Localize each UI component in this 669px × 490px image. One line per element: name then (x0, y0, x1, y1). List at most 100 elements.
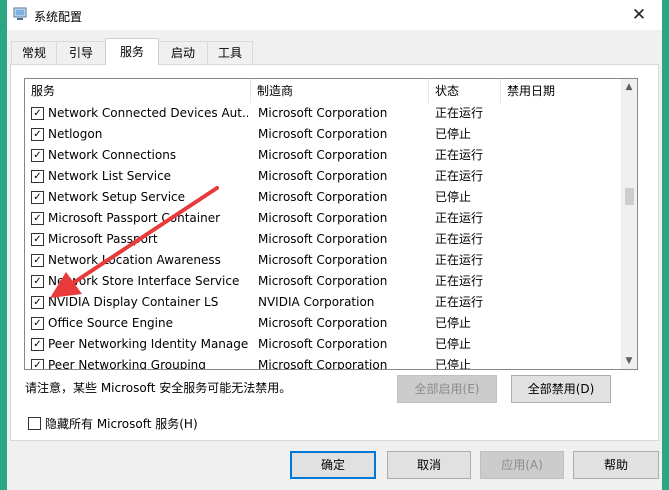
service-disable-date (507, 187, 617, 208)
service-name: Network List Service (48, 169, 172, 183)
tab-tools[interactable]: 工具 (207, 41, 253, 64)
service-vendor: Microsoft Corporation (258, 106, 388, 120)
services-panel: 服务 制造商 状态 禁用日期 ✓ Network Connected Device… (10, 64, 659, 441)
service-name: Network Store Interface Service (48, 274, 240, 288)
service-checkbox[interactable]: ✓ (31, 359, 44, 369)
close-icon[interactable]: ✕ (616, 0, 662, 30)
service-name: Microsoft Passport Container (48, 211, 221, 225)
tab-general[interactable]: 常规 (11, 41, 57, 64)
column-header-disable-date[interactable]: 禁用日期 (501, 79, 621, 103)
service-disable-date (507, 208, 617, 229)
service-status: 已停止 (435, 127, 472, 141)
tab-boot[interactable]: 引导 (56, 41, 106, 64)
table-row[interactable]: ✓ Network Connections Microsoft Corporatio… (25, 145, 621, 166)
tab-startup[interactable]: 启动 (158, 41, 208, 64)
table-row[interactable]: ✓ Microsoft Passport Container Microsoft C… (25, 208, 621, 229)
service-checkbox[interactable]: ✓ (31, 317, 44, 330)
enable-all-button[interactable]: 全部启用(E) (397, 375, 497, 403)
table-row[interactable]: ✓ Network List Service Microsoft Corporati… (25, 166, 621, 187)
service-disable-date (507, 292, 617, 313)
table-row[interactable]: ✓ Peer Networking Identity Manager Microso… (25, 334, 621, 355)
table-row[interactable]: ✓ Peer Networking Grouping Microsoft Corpo… (25, 355, 621, 370)
security-note: 请注意，某些 Microsoft 安全服务可能无法禁用。 (25, 381, 292, 395)
service-checkbox[interactable]: ✓ (31, 149, 44, 162)
service-name: Netlogon (48, 127, 103, 141)
service-checkbox[interactable]: ✓ (31, 254, 44, 267)
service-status: 正在运行 (435, 211, 484, 225)
table-row[interactable]: ✓ Network Store Interface Service Microsof… (25, 271, 621, 292)
service-checkbox[interactable]: ✓ (31, 338, 44, 351)
service-status: 正在运行 (435, 253, 484, 267)
table-row[interactable]: ✓ Netlogon Microsoft Corporation 已停止 (25, 124, 621, 145)
cancel-button[interactable]: 取消 (387, 451, 471, 479)
title-bar[interactable]: 系统配置 ✕ (7, 0, 662, 30)
service-vendor: Microsoft Corporation (258, 232, 388, 246)
service-vendor: Microsoft Corporation (258, 127, 388, 141)
msconfig-app-icon (13, 7, 27, 21)
service-name: NVIDIA Display Container LS (48, 295, 219, 309)
vertical-scrollbar[interactable]: ▲ ▼ (621, 79, 637, 369)
tab-services[interactable]: 服务 (105, 38, 159, 65)
service-status: 已停止 (435, 337, 472, 351)
table-row[interactable]: ✓ Network Setup Service Microsoft Corporat… (25, 187, 621, 208)
system-config-dialog: 系统配置 ✕ 常规 引导 服务 启动 工具 服务 制造商 状态 禁用日期 ✓ Ne… (7, 0, 662, 490)
table-row[interactable]: ✓ Office Source Engine Microsoft Corporati… (25, 313, 621, 334)
service-checkbox[interactable]: ✓ (31, 191, 44, 204)
service-status: 正在运行 (435, 148, 484, 162)
table-row[interactable]: ✓ Microsoft Passport Microsoft Corporation… (25, 229, 621, 250)
service-vendor: Microsoft Corporation (258, 148, 388, 162)
service-vendor: Microsoft Corporation (258, 358, 388, 370)
disable-all-button[interactable]: 全部禁用(D) (511, 375, 611, 403)
service-disable-date (507, 250, 617, 271)
right-frame-edge (662, 0, 669, 490)
service-name: Office Source Engine (48, 316, 173, 330)
services-list[interactable]: 服务 制造商 状态 禁用日期 ✓ Network Connected Device… (24, 78, 638, 370)
help-button[interactable]: 帮助 (573, 451, 659, 479)
service-name: Network Connections (48, 148, 177, 162)
service-checkbox[interactable]: ✓ (31, 275, 44, 288)
service-name: Network Connected Devices Aut... (48, 106, 248, 120)
service-vendor: NVIDIA Corporation (258, 295, 375, 309)
service-vendor: Microsoft Corporation (258, 337, 388, 351)
service-vendor: Microsoft Corporation (258, 169, 388, 183)
apply-button[interactable]: 应用(A) (480, 451, 564, 479)
service-name: Network Setup Service (48, 190, 186, 204)
service-disable-date (507, 166, 617, 187)
service-checkbox[interactable]: ✓ (31, 212, 44, 225)
service-disable-date (507, 313, 617, 334)
service-status: 正在运行 (435, 232, 484, 246)
service-vendor: Microsoft Corporation (258, 274, 388, 288)
table-row[interactable]: ✓ Network Location Awareness Microsoft Cor… (25, 250, 621, 271)
scroll-up-icon[interactable]: ▲ (621, 79, 637, 95)
service-status: 正在运行 (435, 106, 484, 120)
service-disable-date (507, 271, 617, 292)
table-row[interactable]: ✓ Network Connected Devices Aut... Microso… (25, 103, 621, 124)
column-header-service[interactable]: 服务 (25, 79, 251, 103)
service-checkbox[interactable]: ✓ (31, 296, 44, 309)
service-status: 已停止 (435, 316, 472, 330)
service-disable-date (507, 334, 617, 355)
window-title: 系统配置 (34, 10, 83, 24)
ok-button[interactable]: 确定 (290, 451, 376, 479)
service-status: 正在运行 (435, 274, 484, 288)
service-disable-date (507, 229, 617, 250)
service-vendor: Microsoft Corporation (258, 190, 388, 204)
service-vendor: Microsoft Corporation (258, 253, 388, 267)
service-checkbox[interactable]: ✓ (31, 107, 44, 120)
service-name: Peer Networking Identity Manager (48, 337, 248, 351)
service-name: Microsoft Passport (48, 232, 158, 246)
service-checkbox[interactable]: ✓ (31, 233, 44, 246)
service-disable-date (507, 103, 617, 124)
hide-microsoft-services-checkbox[interactable] (28, 417, 41, 430)
column-header-status[interactable]: 状态 (429, 79, 501, 103)
service-checkbox[interactable]: ✓ (31, 170, 44, 183)
service-checkbox[interactable]: ✓ (31, 128, 44, 141)
scroll-down-icon[interactable]: ▼ (621, 353, 637, 369)
list-header: 服务 制造商 状态 禁用日期 (25, 79, 621, 103)
service-vendor: Microsoft Corporation (258, 211, 388, 225)
service-status: 正在运行 (435, 295, 484, 309)
table-row[interactable]: ✓ NVIDIA Display Container LS NVIDIA Corpo… (25, 292, 621, 313)
scroll-thumb[interactable] (625, 188, 634, 205)
column-header-vendor[interactable]: 制造商 (251, 79, 429, 103)
hide-microsoft-services-label: 隐藏所有 Microsoft 服务(H) (45, 417, 198, 431)
